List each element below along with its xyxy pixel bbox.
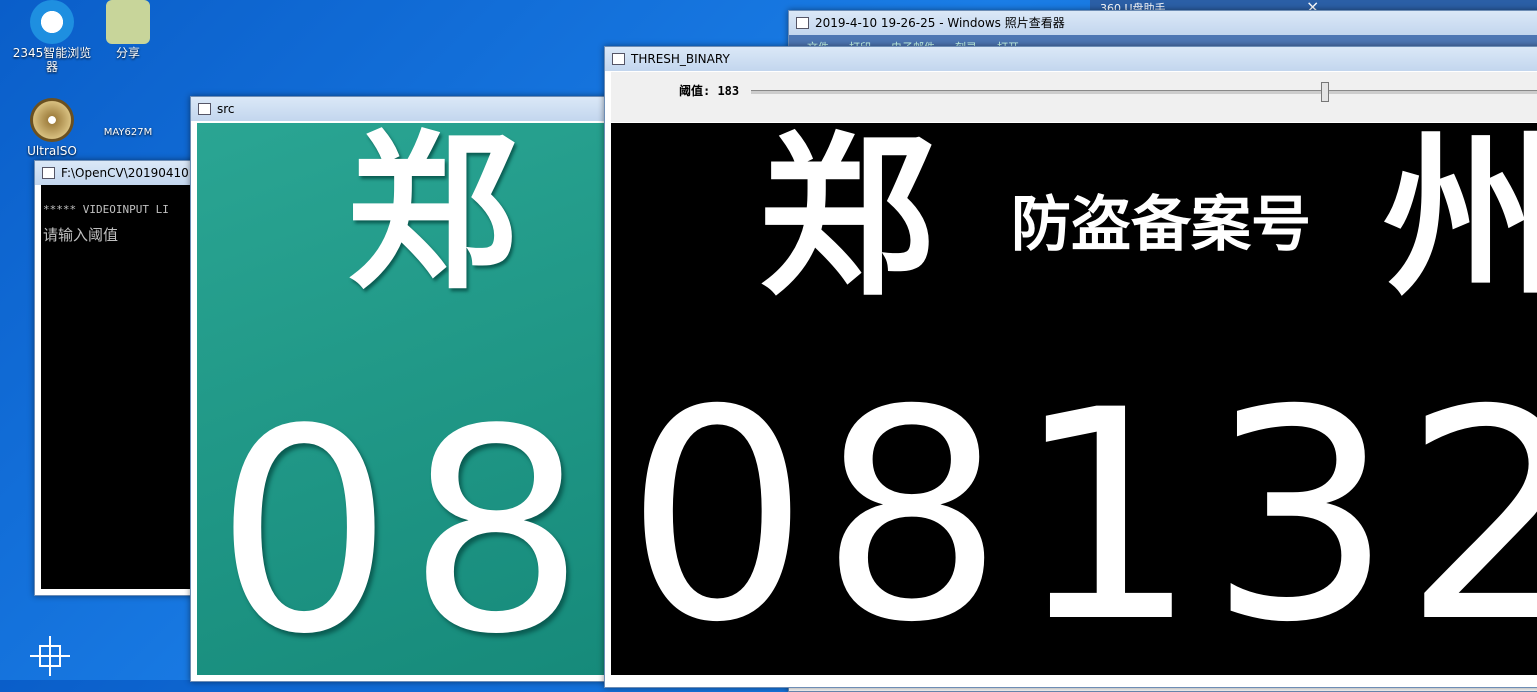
window-icon (796, 17, 809, 29)
window-title: 2019-4-10 19-26-25 - Windows 照片查看器 (815, 16, 1065, 30)
desktop-icon-browser[interactable]: 2345智能浏览器 (12, 0, 92, 74)
console-titlebar[interactable]: F:\OpenCV\20190410 (35, 161, 205, 185)
share-icon (106, 0, 150, 44)
crosshair-icon[interactable] (30, 636, 70, 676)
trackbar-thumb[interactable] (1320, 82, 1329, 102)
desktop-icon-ultraiso[interactable]: UltraISO (12, 98, 92, 158)
binary-digits: 081323 (625, 349, 1537, 675)
window-title: F:\OpenCV\20190410 (61, 166, 189, 180)
binary-right-char: 州 (1383, 123, 1537, 320)
window-title: THRESH_BINARY (631, 52, 730, 66)
binary-image: 郑 防盗备案号 州 081323 (611, 123, 1537, 675)
trackbar-track[interactable] (751, 90, 1537, 94)
thresh-window[interactable]: THRESH_BINARY 阈值: 183 郑 防盗备案号 州 081323 (604, 46, 1537, 688)
browser-icon (30, 0, 74, 44)
desktop-icon-label: 2345智能浏览器 (12, 46, 92, 74)
binary-mid-text: 防盗备案号 (1011, 190, 1311, 260)
plate-digits: 081 (215, 370, 621, 675)
console-line: 请输入阈值 (43, 226, 119, 244)
desktop-icon-file[interactable]: MAY627M (88, 126, 168, 140)
src-plate-image: 郑 081 (197, 123, 621, 675)
window-icon (198, 103, 211, 115)
console-line: ***** VIDEOINPUT LI (43, 203, 169, 216)
binary-city-char: 郑 (759, 123, 934, 320)
src-window[interactable]: src 郑 081 (190, 96, 622, 682)
thresh-titlebar[interactable]: THRESH_BINARY (605, 47, 1537, 71)
disc-icon (30, 98, 74, 142)
window-icon (612, 53, 625, 65)
trackbar-area: 阈值: 183 (611, 72, 1537, 122)
console-body: ***** VIDEOINPUT LI 请输入阈值 (41, 185, 205, 589)
window-title: src (217, 102, 235, 116)
plate-char: 郑 (347, 123, 518, 313)
window-icon (42, 167, 55, 179)
desktop-icon-label: UltraISO (27, 144, 77, 158)
trackbar-label: 阈值: 183 (679, 84, 740, 98)
desktop-icon-label: 分享 (115, 46, 140, 60)
console-window[interactable]: F:\OpenCV\20190410 ***** VIDEOINPUT LI 请… (34, 160, 206, 596)
photo-viewer-titlebar[interactable]: 2019-4-10 19-26-25 - Windows 照片查看器 (789, 11, 1537, 35)
src-titlebar[interactable]: src (191, 97, 621, 121)
desktop-icon-share[interactable]: 分享 (88, 0, 168, 60)
desktop-icon-label: MAY627M (103, 127, 153, 138)
